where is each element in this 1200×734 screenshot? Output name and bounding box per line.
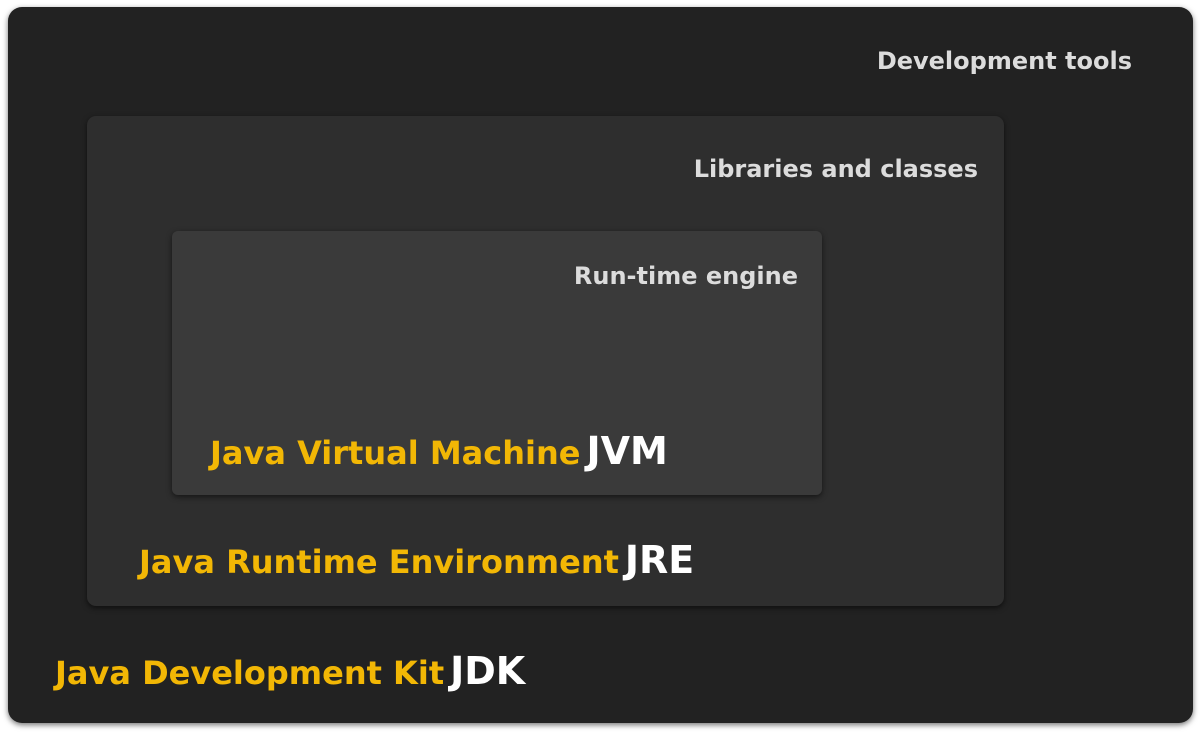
jvm-name: Java Virtual Machine bbox=[210, 434, 581, 472]
jdk-name: Java Development Kit bbox=[55, 654, 445, 692]
jdk-title: Java Development Kit JDK bbox=[55, 652, 525, 690]
jre-abbr: JRE bbox=[624, 538, 695, 582]
jre-title: Java Runtime Environment JRE bbox=[139, 541, 694, 579]
development-tools-label: Development tools bbox=[876, 47, 1132, 75]
jvm-abbr: JVM bbox=[586, 429, 668, 473]
jre-name: Java Runtime Environment bbox=[139, 543, 619, 581]
libraries-and-classes-label: Libraries and classes bbox=[693, 155, 978, 183]
jdk-abbr: JDK bbox=[450, 649, 526, 693]
jvm-title: Java Virtual Machine JVM bbox=[210, 432, 668, 470]
run-time-engine-label: Run-time engine bbox=[573, 262, 798, 290]
